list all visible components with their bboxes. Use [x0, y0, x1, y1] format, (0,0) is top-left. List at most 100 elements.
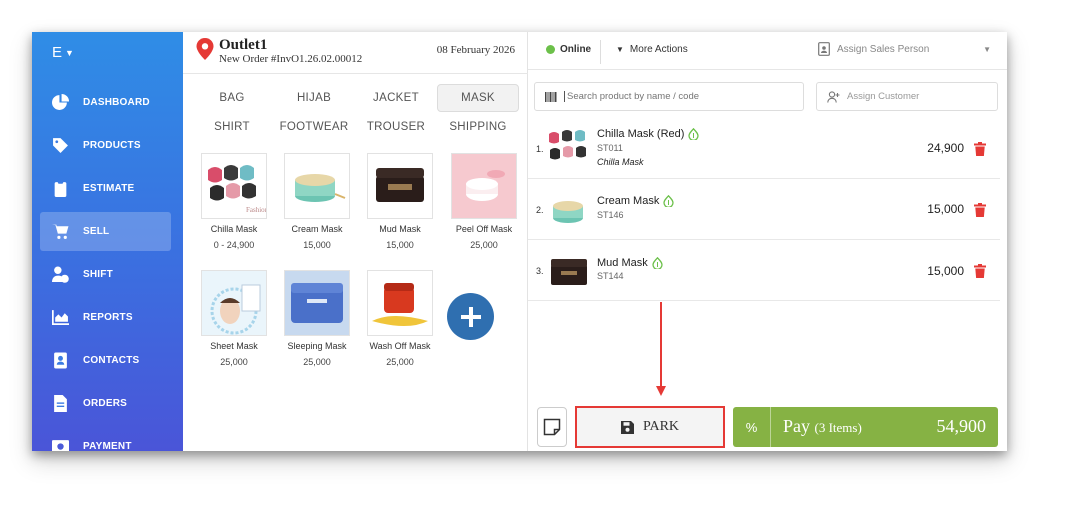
trash-icon[interactable] [974, 142, 986, 156]
trash-icon[interactable] [974, 203, 986, 217]
order-header: Outlet1 New Order #InvO1.26.02.00012 08 … [183, 32, 528, 74]
pos-window: E ▼ DASHBOARD PRODUCTS ESTIMATE SELL SHI… [32, 32, 1007, 451]
leaf-icon [663, 195, 674, 207]
caret-down-icon: ▼ [616, 45, 624, 54]
leaf-icon [688, 128, 700, 140]
trash-icon[interactable] [974, 264, 986, 278]
product-card[interactable]: Peel Off Mask 25,000 [451, 153, 517, 250]
product-image [284, 270, 350, 336]
cart-item[interactable]: 3. Mud Mask ST144 15,000 [528, 240, 1000, 301]
sidebar-item-payment[interactable]: PAYMENT [40, 427, 171, 451]
pay-total: 54,900 [936, 416, 987, 436]
save-icon [620, 420, 634, 434]
sidebar-item-contacts[interactable]: CONTACTS [40, 341, 171, 380]
sidebar-item-label: DASHBOARD [83, 97, 150, 108]
add-user-icon [827, 90, 840, 103]
address-book-icon [54, 352, 67, 369]
product-name: Chilla Mask [210, 224, 258, 234]
category-footwear[interactable]: FOOTWEAR [273, 113, 355, 141]
cart-item-name: Chilla Mask (Red) [597, 128, 700, 140]
chevron-down-icon[interactable]: ▼ [983, 45, 991, 54]
category-trouser[interactable]: TROUSER [355, 113, 437, 141]
plus-icon [460, 306, 481, 327]
add-product-button[interactable] [447, 293, 494, 340]
product-price: 25,000 [220, 357, 248, 367]
sidebar-item-orders[interactable]: ORDERS [40, 384, 171, 423]
assign-sales-person-select[interactable]: Assign Sales Person [818, 42, 929, 56]
product-card[interactable]: Mud Mask 15,000 [367, 153, 433, 250]
product-card[interactable]: Wash Off Mask 25,000 [367, 270, 433, 367]
sidebar-item-products[interactable]: PRODUCTS [40, 126, 171, 165]
cart-item-title: Mud Mask [597, 257, 648, 269]
product-price: 25,000 [386, 357, 414, 367]
sidebar-item-label: ESTIMATE [83, 183, 135, 194]
category-shirt[interactable]: SHIRT [191, 113, 273, 141]
product-name: Sleeping Mask [287, 341, 347, 351]
file-icon [54, 395, 67, 412]
product-price: 25,000 [470, 240, 498, 250]
more-actions-label: More Actions [629, 44, 688, 55]
cart-panel: Online ▼ More Actions Assign Sales Perso… [528, 32, 1007, 451]
sidebar: E ▼ DASHBOARD PRODUCTS ESTIMATE SELL SHI… [32, 32, 183, 451]
add-note-button[interactable] [537, 407, 567, 447]
cart-item-price: 15,000 [927, 202, 964, 216]
product-search[interactable] [534, 82, 804, 111]
cart-item-image [547, 126, 591, 170]
svg-text:Fashion: Fashion [246, 206, 266, 214]
cart-item-sku: ST011 [597, 143, 623, 153]
category-jacket[interactable]: JACKET [355, 84, 437, 112]
product-panel: Outlet1 New Order #InvO1.26.02.00012 08 … [183, 32, 528, 451]
search-input[interactable] [564, 91, 784, 102]
assign-customer-label: Assign Customer [847, 91, 920, 102]
product-image [367, 153, 433, 219]
clipboard-icon [54, 180, 67, 197]
category-mask[interactable]: MASK [437, 84, 519, 112]
sidebar-item-shift[interactable]: SHIFT [40, 255, 171, 294]
product-card[interactable]: Sheet Mask 25,000 [201, 270, 267, 367]
category-shipping[interactable]: SHIPPING [437, 113, 519, 141]
product-name: Sheet Mask [210, 341, 258, 351]
barcode-icon [545, 91, 557, 102]
chevron-down-icon: ▼ [65, 47, 74, 58]
more-actions-button[interactable]: ▼ More Actions [616, 44, 688, 55]
product-name: Wash Off Mask [369, 341, 431, 351]
product-price: 25,000 [303, 357, 331, 367]
category-hijab[interactable]: HIJAB [273, 84, 355, 112]
online-status: Online [546, 44, 591, 55]
product-price: 15,000 [386, 240, 414, 250]
product-name: Cream Mask [291, 224, 343, 234]
cart-item[interactable]: 2. Cream Mask ST146 15,000 [528, 179, 1000, 240]
status-dot-icon [546, 45, 555, 54]
location-pin-icon [196, 38, 214, 60]
product-image: Fashion [201, 153, 267, 219]
pay-button[interactable]: % Pay (3 Items) 54,900 [733, 407, 998, 447]
cart-item-image [547, 188, 591, 232]
order-number: New Order #InvO1.26.02.00012 [219, 53, 363, 65]
cart-item-index: 2. [536, 205, 544, 215]
cart-item-title: Chilla Mask (Red) [597, 128, 685, 140]
outlet-name[interactable]: Outlet1 [219, 37, 267, 54]
pay-text: Pay [783, 416, 810, 436]
sidebar-item-dashboard[interactable]: DASHBOARD [40, 83, 171, 122]
cart-item-sku: ST146 [597, 210, 624, 220]
cart-item[interactable]: 1. Chilla Mask (Red) ST011 Chilla Mask 2… [528, 118, 1000, 179]
sidebar-item-sell[interactable]: SELL [40, 212, 171, 251]
product-card[interactable]: Cream Mask 15,000 [284, 153, 350, 250]
assign-customer-field[interactable]: Assign Customer [816, 82, 998, 111]
product-name: Mud Mask [379, 224, 421, 234]
category-bag[interactable]: BAG [191, 84, 273, 112]
sales-person-label: Assign Sales Person [837, 43, 930, 55]
park-button[interactable]: PARK [575, 406, 725, 448]
sidebar-item-reports[interactable]: REPORTS [40, 298, 171, 337]
sidebar-item-estimate[interactable]: ESTIMATE [40, 169, 171, 208]
cart-item-price: 15,000 [927, 264, 964, 278]
cart-item-index: 1. [536, 144, 544, 154]
product-image [367, 270, 433, 336]
product-card[interactable]: Sleeping Mask 25,000 [284, 270, 350, 367]
discount-button[interactable]: % [733, 407, 771, 447]
brand-menu[interactable]: E ▼ [52, 44, 74, 61]
sticky-note-icon [543, 418, 561, 436]
pay-label: Pay (3 Items) [783, 416, 862, 437]
sidebar-item-label: SHIFT [83, 269, 113, 280]
product-card[interactable]: Fashion Chilla Mask 0 - 24,900 [201, 153, 267, 250]
